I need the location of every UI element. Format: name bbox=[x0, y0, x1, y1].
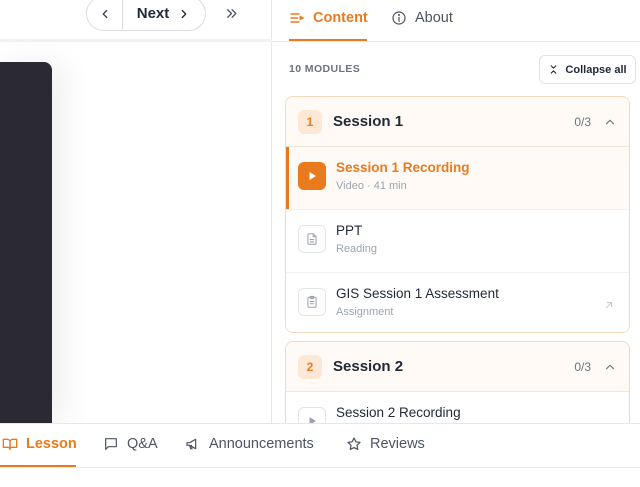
course-sidebar: Content About 10 MODULES Collapse all 1 … bbox=[273, 0, 640, 423]
double-chevron-right-icon bbox=[226, 8, 236, 18]
session-number-badge: 1 bbox=[298, 109, 322, 134]
lesson-item-text: PPT Reading bbox=[336, 222, 617, 255]
lesson-item[interactable]: Session 1 Recording Video · 41 min bbox=[286, 147, 629, 210]
chevron-up-icon[interactable] bbox=[603, 360, 617, 374]
lesson-pane: Next bbox=[0, 0, 272, 423]
session-section: 2 Session 2 0/3 Session 2 Recording bbox=[285, 341, 630, 423]
session-title: Session 1 bbox=[333, 113, 404, 130]
chevron-right-icon bbox=[181, 9, 187, 18]
chevron-left-icon bbox=[102, 9, 107, 18]
play-icon bbox=[298, 407, 326, 423]
lesson-title: PPT bbox=[336, 223, 363, 238]
list-icon bbox=[290, 13, 305, 23]
megaphone-icon bbox=[186, 438, 197, 450]
lesson-subtitle: Video · 41 min bbox=[336, 180, 407, 192]
info-icon bbox=[392, 11, 406, 25]
session-progress: 0/3 bbox=[574, 359, 591, 374]
session-header[interactable]: 1 Session 1 0/3 bbox=[286, 97, 629, 147]
expand-sidebar-button[interactable] bbox=[220, 4, 242, 22]
chevron-up-icon[interactable] bbox=[603, 115, 617, 129]
book-open-icon bbox=[2, 438, 18, 450]
session-section: 1 Session 1 0/3 Session 1 Recording Vide… bbox=[285, 96, 630, 333]
tab-about-label: About bbox=[415, 10, 453, 26]
lesson-title: Session 2 Recording bbox=[336, 405, 461, 420]
video-player[interactable] bbox=[0, 62, 52, 423]
document-icon bbox=[298, 225, 326, 253]
modules-count: 10 MODULES bbox=[289, 63, 361, 75]
tab-content[interactable]: Content bbox=[289, 10, 368, 26]
lesson-item[interactable]: PPT Reading bbox=[286, 210, 629, 273]
tabs-divider bbox=[0, 467, 640, 468]
session-progress: 0/3 bbox=[574, 114, 591, 129]
tab-qa-label: Q&A bbox=[127, 436, 158, 452]
message-square-icon bbox=[105, 438, 117, 450]
tab-lesson-label: Lesson bbox=[26, 436, 77, 452]
lesson-title: GIS Session 1 Assessment bbox=[336, 286, 499, 301]
play-icon bbox=[298, 162, 326, 190]
lesson-title: Session 1 Recording bbox=[336, 160, 470, 175]
tab-reviews[interactable]: Reviews bbox=[346, 436, 425, 452]
star-icon bbox=[347, 437, 361, 451]
lesson-item[interactable]: GIS Session 1 Assessment Assignment bbox=[286, 273, 629, 332]
lesson-subtitle: Reading bbox=[336, 243, 377, 255]
tab-about[interactable]: About bbox=[391, 10, 453, 26]
collapse-all-label: Collapse all bbox=[565, 63, 627, 76]
tab-lesson[interactable]: Lesson bbox=[2, 436, 77, 452]
lesson-nav-pill: Next bbox=[86, 0, 206, 31]
lesson-navigation-bar: Next bbox=[0, 0, 272, 42]
collapse-all-button[interactable]: Collapse all bbox=[539, 55, 636, 84]
tab-announcements-label: Announcements bbox=[209, 436, 314, 452]
active-tab-indicator bbox=[0, 465, 76, 467]
tab-announcements[interactable]: Announcements bbox=[185, 436, 314, 452]
tab-qa[interactable]: Q&A bbox=[103, 436, 158, 452]
lesson-item-text: Session 2 Recording bbox=[336, 404, 617, 422]
next-lesson-label: Next bbox=[136, 5, 170, 22]
next-lesson-button[interactable]: Next bbox=[123, 5, 205, 22]
session-header[interactable]: 2 Session 2 0/3 bbox=[286, 342, 629, 392]
session-title: Session 2 bbox=[333, 358, 404, 375]
session-number-badge: 2 bbox=[298, 354, 322, 379]
lesson-item-text: Session 1 Recording Video · 41 min bbox=[336, 159, 617, 192]
lesson-item[interactable]: Session 2 Recording bbox=[286, 392, 629, 423]
tab-content-label: Content bbox=[313, 10, 368, 26]
previous-lesson-button[interactable] bbox=[87, 0, 123, 30]
clipboard-icon bbox=[298, 288, 326, 316]
lesson-item-text: GIS Session 1 Assessment Assignment bbox=[336, 285, 617, 318]
tab-reviews-label: Reviews bbox=[370, 436, 425, 452]
lesson-subtitle: Assignment bbox=[336, 306, 394, 318]
collapse-icon bbox=[551, 65, 557, 74]
sidebar-tabs: Content About bbox=[273, 0, 640, 42]
active-tab-indicator bbox=[289, 39, 367, 41]
course-player: Next Content About 10 MODULES Collapse a… bbox=[0, 0, 640, 487]
external-link-icon[interactable] bbox=[603, 298, 615, 316]
lesson-tabs: Lesson Q&A Announcements Reviews bbox=[0, 423, 640, 487]
